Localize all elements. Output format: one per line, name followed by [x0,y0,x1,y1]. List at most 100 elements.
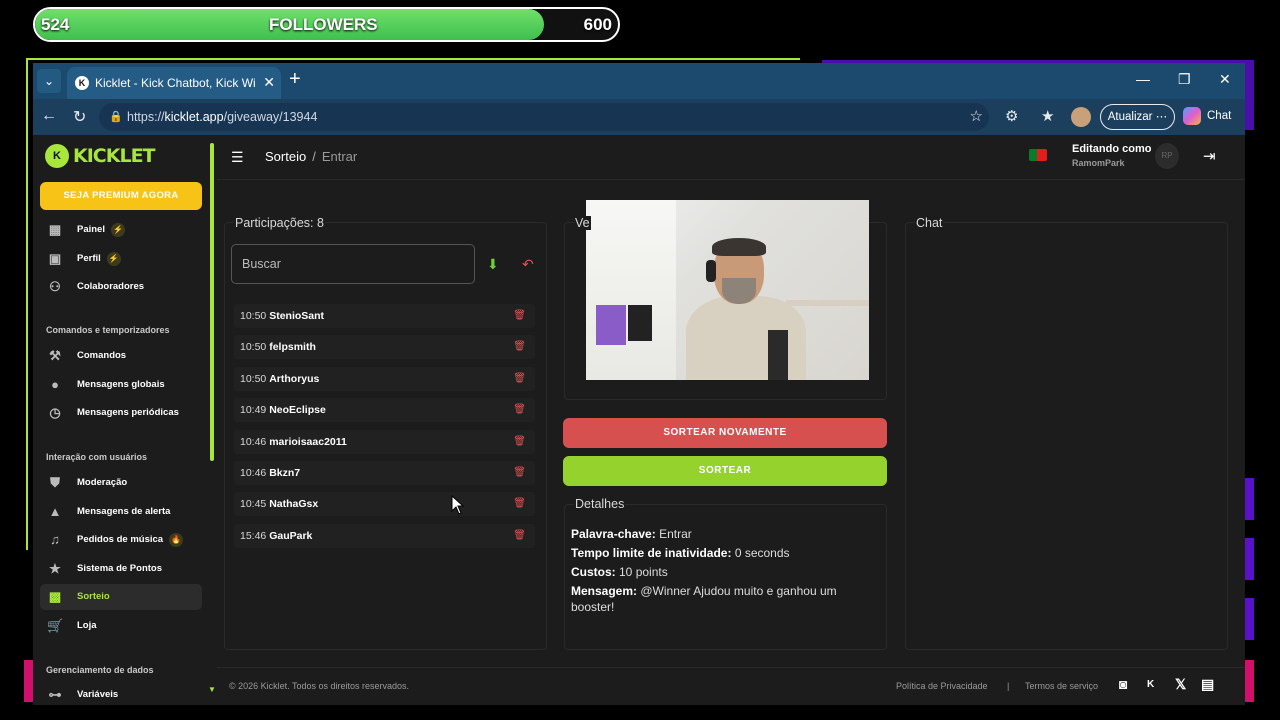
participant-name: marioisaac2011 [269,435,347,448]
trash-icon[interactable]: 🗑 [513,304,526,328]
redraw-button[interactable]: SORTEAR NOVAMENTE [563,418,887,448]
participant-time: 15:46 [240,529,267,542]
chat-panel [905,222,1228,650]
detail-keyword-value: Entrar [655,527,692,541]
detail-message-label: Mensagem: [571,584,638,598]
menu-toggle-icon[interactable]: ☰ [231,149,244,166]
browser-window: ⌄ K Kicklet - Kick Chatbot, Kick Widget … [33,63,1245,705]
lightning-badge-icon: ⚡ [111,223,125,237]
sidebar-item-label: Variáveis [77,689,119,700]
sidebar-item-label: Sorteio [77,591,110,603]
tab-title: Kicklet - Kick Chatbot, Kick Widget [95,76,255,90]
logo-text: KICKLET [73,145,156,167]
sidebar-item-comandos[interactable]: ⚒ Comandos [40,343,202,369]
top-nav: ☰ Sorteio / Entrar Editando como RamomPark… [217,135,1245,180]
followers-goal: 600 [583,15,612,34]
shield-icon: ⛊ [50,475,60,490]
trash-icon[interactable]: 🗑 [513,492,526,516]
minimize-button[interactable]: — [1136,71,1150,87]
copilot-chat-button[interactable]: Chat [1183,107,1231,125]
chat-button-label: Chat [1207,110,1232,123]
address-toolbar: ← ↻ 🔒 https://kicklet.app/giveaway/13944… [33,99,1245,135]
extensions-icon[interactable]: ⚙ [1005,107,1018,125]
breadcrumb-root[interactable]: Sorteio [265,149,306,164]
kicklet-app: K KICKLET SEJA PREMIUM AGORA ▦ Painel ⚡ ▣ Pe… [33,135,1245,705]
sidebar-item-loja[interactable]: 🛒 Loja [40,613,202,639]
new-tab-button[interactable]: + [289,68,301,91]
sidebar-item-mensagens-de-alerta[interactable]: ▲ Mensagens de alerta [40,499,202,525]
participant-name: StenioSant [269,310,325,322]
restore-button[interactable]: ❐ [1178,71,1191,88]
privacy-link[interactable]: Política de Privacidade [896,681,988,691]
trash-icon[interactable]: 🗑 [513,398,526,422]
portugal-flag-icon[interactable] [1029,149,1047,161]
draw-button[interactable]: SORTEAR [563,456,887,486]
participant-row: 15:46 GauPark 🗑 [234,523,535,548]
sidebar-item-mensagens-globais[interactable]: ● Mensagens globais [40,372,202,398]
overlay-decoration [1244,538,1254,580]
copilot-icon [1183,107,1201,125]
trash-icon[interactable]: 🗑 [513,524,526,548]
fire-badge-icon: 🔥 [169,533,184,548]
sidebar-section-data: Gerenciamento de dados [46,665,154,675]
logout-icon[interactable]: ⇥ [1203,147,1216,165]
scroll-down-icon[interactable]: ▼ [208,685,216,694]
reload-icon[interactable]: ↻ [73,107,86,127]
sidebar-item-label: Perfil [77,252,101,264]
sidebar-item-label: Pedidos de música [77,534,164,546]
close-tab-icon[interactable]: ✕ [263,74,275,91]
back-icon[interactable]: ← [41,107,57,125]
overlay-decoration [1244,478,1254,520]
sidebar-item-label: Sistema de Pontos [77,562,162,574]
video-person-beard [722,278,756,304]
hammer-icon: ⚒ [49,348,61,363]
participant-row: 10:46 marioisaac2011 🗑 [234,429,535,454]
tab-list-menu[interactable]: ⌄ [37,69,61,93]
x-twitter-icon[interactable]: 𝕏 [1175,676,1186,693]
kicklet-favicon-icon: K [75,76,89,90]
update-label: Atualizar [1107,111,1153,123]
trash-icon[interactable]: 🗑 [513,461,526,485]
site-info-icon[interactable]: 🔒 [109,103,123,131]
trash-icon[interactable]: 🗑 [513,335,526,359]
favorites-icon[interactable]: ★ [1041,107,1054,125]
sidebar-item-sistema-de-pontos[interactable]: ★ Sistema de Pontos [40,556,202,582]
update-button[interactable]: Atualizar ⋯ [1100,104,1175,130]
participants-title: Participações: 8 [234,216,325,230]
terms-link[interactable]: Termos de serviço [1025,681,1098,691]
address-bar[interactable]: 🔒 https://kicklet.app/giveaway/13944 ☆ [99,103,989,131]
trash-icon[interactable]: 🗑 [513,367,526,391]
sidebar-item-painel[interactable]: ▦ Painel ⚡ [40,217,202,243]
premium-button[interactable]: SEJA PREMIUM AGORA [40,182,202,210]
browser-tab[interactable]: K Kicklet - Kick Chatbot, Kick Widget ✕ [67,67,281,99]
sidebar-item-perfil[interactable]: ▣ Perfil ⚡ [40,246,202,272]
participant-time: 10:46 [240,435,267,448]
trash-icon[interactable]: 🗑 [513,430,526,454]
participant-name: felpsmith [269,341,316,354]
sidebar-scrollbar[interactable] [210,143,214,461]
download-icon[interactable]: ⬇ [487,256,499,273]
document-icon[interactable]: ▤ [1201,676,1214,693]
sidebar-item-pedidos-de-m-sica[interactable]: ♫ Pedidos de música 🔥 [40,527,202,553]
main-content: ☰ Sorteio / Entrar Editando como RamomPark… [217,135,1245,705]
undo-icon[interactable]: ↶ [522,256,534,273]
sidebar-item-colaboradores[interactable]: ⚇ Colaboradores [40,274,202,300]
kick-icon[interactable]: K [1147,679,1154,690]
sidebar-section-commands: Comandos e temporizadores [46,325,170,335]
discord-icon[interactable]: ◙ [1119,676,1127,692]
sidebar-item-label: Comandos [77,350,127,361]
user-avatar[interactable]: RP [1155,143,1179,169]
sidebar-item-mensagens-peri-dicas[interactable]: ◷ Mensagens periódicas [40,400,202,426]
sidebar-item-modera-o[interactable]: ⛊ Moderação [40,470,202,496]
profile-avatar[interactable] [1071,107,1091,127]
sidebar-item-vari-veis[interactable]: ⊶ Variáveis [40,682,202,705]
kicklet-logo-icon: K [45,144,69,168]
close-window-button[interactable]: ✕ [1219,71,1231,88]
followers-goal-bar: 524 FOLLOWERS 600 [33,7,620,42]
overlay-decoration [1244,660,1254,702]
sidebar-item-sorteio[interactable]: ▩ Sorteio [40,584,202,611]
cart-icon: 🛒 [47,618,64,633]
favorite-star-icon[interactable]: ☆ [970,103,983,131]
search-input[interactable]: Buscar [231,244,475,284]
participant-row: 10:45 NathaGsx 🗑 [234,492,535,517]
